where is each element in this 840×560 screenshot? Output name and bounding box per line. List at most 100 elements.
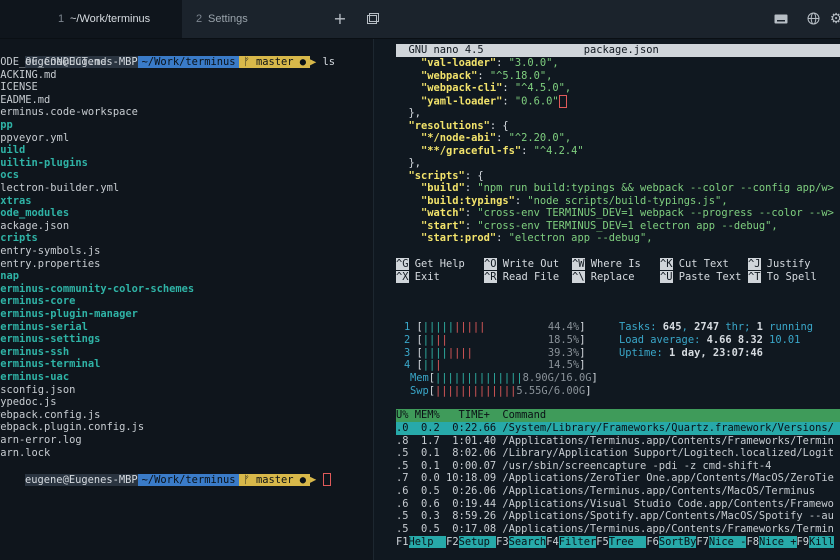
left-terminal-pane[interactable]: eugene@Eugenes-MBP ~/Work/terminus ᚠ maste… <box>0 39 373 560</box>
process-row[interactable]: .5 0.1 8:02.06 /Library/Application Supp… <box>396 447 840 460</box>
directory-entry: app <box>0 119 13 131</box>
uptime: Uptime: 1 day, 23:07:46 <box>619 347 763 360</box>
fkey-number: F6 <box>646 536 659 548</box>
keyboard-icon[interactable] <box>772 10 790 28</box>
load-average: Load average: 4.66 8.32 10.01 <box>619 334 800 347</box>
shortcut-exit[interactable]: ^X Exit <box>396 271 440 284</box>
directory-entry: docs <box>0 169 20 182</box>
tab-terminus[interactable]: 1 ~/Work/terminus <box>0 0 182 38</box>
json-key: "**/graceful-fs" <box>421 144 522 157</box>
cpu-meter: 1 [|||||||||| 44.4%] <box>404 321 585 334</box>
right-terminal-pane[interactable]: GNU nano 4.5 package.json "val-loader": … <box>373 39 840 560</box>
json-colon: : <box>496 57 509 69</box>
fkey-kill[interactable]: F9Kill <box>797 536 835 548</box>
shortcut-label: Cut Text <box>672 258 729 270</box>
fkey-help[interactable]: F1Help <box>396 536 447 548</box>
fkey-label: SortBy <box>658 536 697 548</box>
cpu-number: 2 <box>404 333 417 346</box>
json-value: "cross-env TERMINUS_DEV=1 webpack --prog… <box>477 207 834 219</box>
process-row[interactable]: .5 0.5 0:17.08 /Applications/Terminus.ap… <box>396 523 840 536</box>
shortcut-label: Justify <box>760 258 811 270</box>
json-colon: : <box>496 232 509 244</box>
directory-entry: terminus-settings <box>0 333 101 346</box>
process-row[interactable]: .6 0.6 0:19.44 /Applications/Visual Stud… <box>396 498 840 511</box>
json-value: "npm run build:typings && webpack --colo… <box>477 182 834 194</box>
shortcut-label: Get Help <box>408 258 465 270</box>
directory-entry: snap <box>0 270 20 283</box>
meter-value: 8.90G/16.0G <box>522 372 592 384</box>
prompt-path: ~/Work/terminus <box>137 56 240 68</box>
fkey-sortby[interactable]: F6SortBy <box>646 536 697 548</box>
prompt-line: eugene@Eugenes-MBP ~/Work/terminus ᚠ maste… <box>25 56 336 68</box>
process-row[interactable]: .5 0.1 0:00.07 /usr/sbin/screencapture -… <box>396 460 840 473</box>
fkey-setup[interactable]: F2Setup <box>446 536 497 548</box>
mem-meter: Mem[||||||||||||||8.90G/16.0G] <box>410 372 598 385</box>
nano-version: GNU nano 4.5 <box>408 44 484 56</box>
globe-icon[interactable] <box>804 10 822 28</box>
shortcut-justify[interactable]: ^J Justify <box>748 258 811 271</box>
fkey-label: Setup <box>458 536 497 548</box>
shortcut-label: Write Out <box>496 258 560 270</box>
split-window-icon[interactable] <box>364 10 380 28</box>
fkey-filter[interactable]: F4Filter <box>546 536 597 548</box>
fkey-number: F3 <box>496 536 509 548</box>
code-line: "scripts": { <box>396 170 484 183</box>
htop-info-text: thr; <box>719 321 757 333</box>
code-line: "build": "npm run build:typings && webpa… <box>396 182 834 195</box>
shortcut-paste-text[interactable]: ^U Paste Text <box>660 271 741 284</box>
process-row[interactable]: .5 0.3 8:59.26 /Applications/Spotify.app… <box>396 510 840 523</box>
file-entry: HACKING.md <box>0 68 57 81</box>
plus-icon[interactable]: + <box>332 10 348 28</box>
process-row[interactable]: .0 0.2 0:22.66 /System/Library/Framework… <box>396 422 840 435</box>
process-row[interactable]: .8 1.7 1:01.40 /Applications/Terminus.ap… <box>396 435 840 448</box>
directory-entry: terminus-uac <box>0 371 70 383</box>
json-key: "yaml-loader" <box>421 95 503 107</box>
meter-label: Mem <box>410 372 429 384</box>
meter-bracket: ] <box>585 384 592 397</box>
shortcut-where-is[interactable]: ^W Where Is <box>572 258 641 271</box>
code-line: }, <box>396 107 422 120</box>
fkey-label: Filter <box>558 536 597 548</box>
tab-title: ~/Work/terminus <box>70 13 151 25</box>
shortcut-cut-text[interactable]: ^K Cut Text <box>660 258 729 271</box>
json-punct: }, <box>408 107 422 119</box>
fkey-tree[interactable]: F5Tree <box>596 536 647 548</box>
prompt-line: eugene@Eugenes-MBP ~/Work/terminus ᚠ maste… <box>0 460 331 486</box>
shortcut-get-help[interactable]: ^G Get Help <box>396 258 465 271</box>
file-entry: appveyor.yml <box>0 131 70 144</box>
shortcut-label: Read File <box>496 271 560 283</box>
prompt-user: eugene@Eugenes-MBP <box>25 473 138 486</box>
file-entry: webpack.plugin.config.js <box>0 421 145 434</box>
fkey-label: Search <box>508 536 547 548</box>
directory-entry: build <box>0 144 26 157</box>
gear-icon[interactable]: ⚙ <box>828 10 840 28</box>
code-line: "build:typings": "node scripts/build-typ… <box>396 195 728 208</box>
cpu-percent: 44.4% <box>485 321 580 333</box>
shortcut-label: Paste Text <box>672 271 742 283</box>
shortcut-write-out[interactable]: ^O Write Out <box>484 258 559 271</box>
json-value: "3.0.0", <box>508 57 559 69</box>
json-key: "build" <box>421 182 465 194</box>
process-row[interactable]: .7 0.0 10:18.09 /Applications/ZeroTier O… <box>396 472 840 485</box>
fkey-label: Nice + <box>758 536 797 548</box>
fkey-nice-[interactable]: F8Nice + <box>746 536 797 548</box>
cpu-bar-user: || <box>422 359 436 372</box>
json-value: "^4.5.0", <box>514 82 572 94</box>
process-row[interactable]: .6 0.5 0:26.06 /Applications/Terminus.ap… <box>396 485 840 498</box>
fkey-search[interactable]: F3Search <box>496 536 547 548</box>
shortcut-label: Where Is <box>584 258 641 270</box>
shortcut-label: Replace <box>584 271 635 283</box>
shortcut-read-file[interactable]: ^R Read File <box>484 271 559 284</box>
shortcut-key: ^O <box>484 258 497 270</box>
json-key: "scripts" <box>408 169 465 182</box>
shortcut-replace[interactable]: ^\ Replace <box>572 271 635 284</box>
file-entry: sentry.properties <box>0 257 101 270</box>
tab-settings[interactable]: 2 Settings <box>182 0 322 38</box>
code-line: "*/node-abi": "^2.20.0", <box>396 132 571 145</box>
fkey-number: F7 <box>696 536 709 548</box>
shortcut-key: ^R <box>484 271 497 283</box>
fkey-nice--[interactable]: F7Nice - <box>696 536 747 548</box>
shortcut-to-spell[interactable]: ^T To Spell <box>748 271 817 284</box>
fkey-number: F8 <box>746 536 759 548</box>
cpu-percent: 14.5% <box>441 359 580 372</box>
